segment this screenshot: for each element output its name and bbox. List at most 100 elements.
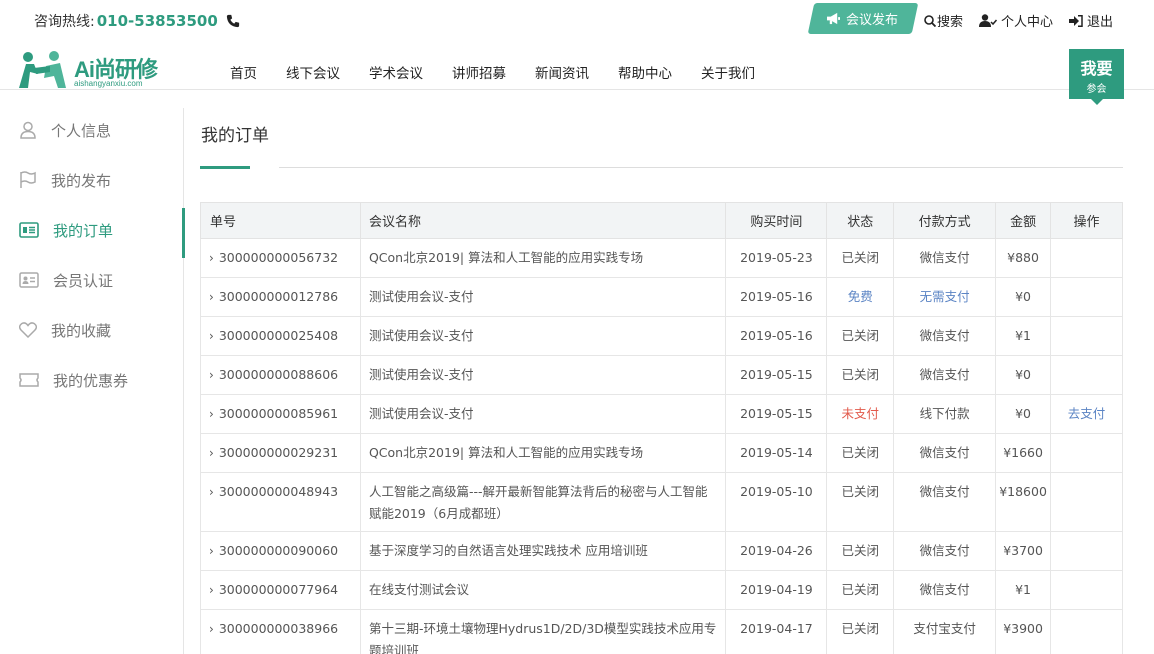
order-status: 已关闭	[826, 609, 895, 654]
meeting-name-link[interactable]: QCon北京2019| 算法和人工智能的应用实践专场	[359, 433, 727, 473]
order-no: 300000000056732	[218, 250, 339, 265]
sidebar-item-label: 会员认证	[53, 271, 114, 290]
order-status: 已关闭	[826, 570, 895, 610]
order-no-cell[interactable]: › 300000000038966	[200, 609, 361, 654]
col-header-action: 操作	[1050, 202, 1123, 239]
hotline-label: 咨询热线:	[34, 14, 95, 30]
meeting-name-link[interactable]: 测试使用会议-支付	[359, 277, 727, 317]
sidebar-item-coupons[interactable]: 我的优惠券	[0, 358, 184, 402]
order-amount: ¥1660	[995, 433, 1052, 473]
chevron-right-icon[interactable]: ›	[209, 325, 214, 347]
pay-action-link	[1050, 570, 1123, 610]
sidebar-item-favorites[interactable]: 我的收藏	[0, 308, 184, 352]
logout-link[interactable]: 退出	[1069, 11, 1113, 30]
chevron-right-icon[interactable]: ›	[209, 579, 214, 601]
order-no-cell[interactable]: › 300000000090060	[200, 531, 361, 571]
nav-item-academic-meetings[interactable]: 学术会议	[369, 62, 423, 82]
chevron-right-icon[interactable]: ›	[209, 618, 214, 640]
col-header-meeting-name: 会议名称	[359, 202, 727, 239]
table-row: › 300000000012786 测试使用会议-支付 2019-05-16 免费 无需支…	[200, 277, 1123, 317]
order-no: 300000000025408	[218, 328, 339, 343]
page-title: 我的订单	[201, 126, 269, 146]
payment-method: 线下付款	[893, 394, 997, 434]
pay-action-link	[1050, 472, 1123, 532]
nav-item-about[interactable]: 关于我们	[701, 62, 755, 82]
meeting-name-link[interactable]: QCon北京2019| 算法和人工智能的应用实践专场	[359, 238, 727, 278]
meeting-name-link[interactable]: 第十三期-环境土壤物理Hydrus1D/2D/3D模型实践技术应用专题培训班	[359, 609, 727, 654]
chevron-right-icon[interactable]: ›	[209, 364, 214, 386]
join-meeting-button[interactable]: 我要 参会	[1069, 49, 1124, 99]
ticket-icon	[19, 373, 39, 387]
order-no-cell[interactable]: › 300000000012786	[200, 277, 361, 317]
order-status: 未支付	[826, 394, 895, 434]
order-no-cell[interactable]: › 300000000025408	[200, 316, 361, 356]
user-center-link[interactable]: 个人中心	[979, 11, 1053, 30]
pay-action-link[interactable]: 去支付	[1050, 394, 1123, 434]
nav-item-home[interactable]: 首页	[230, 62, 257, 82]
hotline-number: 010-53853500	[96, 12, 218, 30]
order-no: 300000000048943	[218, 484, 339, 499]
order-status: 已关闭	[826, 316, 895, 356]
nav-item-help[interactable]: 帮助中心	[618, 62, 672, 82]
table-row: › 300000000048943 人工智能之高级篇---解开最新智能算法背后的秘密…	[200, 472, 1123, 532]
order-status: 免费	[826, 277, 895, 317]
table-row: › 300000000088606 测试使用会议-支付 2019-05-15 已关闭 微信…	[200, 355, 1123, 395]
publish-label: 会议发布	[846, 13, 899, 28]
nav-item-lecturer-recruit[interactable]: 讲师招募	[452, 62, 506, 82]
order-no-cell[interactable]: › 300000000029231	[200, 433, 361, 473]
table-row: › 300000000090060 基于深度学习的自然语言处理实践技术 应用培训班 2…	[200, 531, 1123, 571]
payment-method: 微信支付	[893, 531, 997, 571]
publish-button[interactable]: 会议发布	[826, 9, 898, 28]
brand-domain: aishangyanxiu.com	[74, 79, 143, 88]
chevron-right-icon[interactable]: ›	[209, 442, 214, 464]
sidebar-item-profile[interactable]: 个人信息	[0, 108, 184, 152]
order-status: 已关闭	[826, 531, 895, 571]
purchase-time: 2019-05-10	[725, 472, 828, 532]
purchase-time: 2019-05-16	[725, 277, 828, 317]
search-icon	[924, 14, 936, 27]
order-amount: ¥0	[995, 355, 1052, 395]
meeting-name-link[interactable]: 测试使用会议-支付	[359, 316, 727, 356]
sidebar-item-label: 我的发布	[51, 171, 112, 190]
chevron-right-icon[interactable]: ›	[209, 286, 214, 308]
hotline: 咨询热线: 010-53853500	[34, 11, 240, 31]
chevron-right-icon[interactable]: ›	[209, 247, 214, 269]
chevron-right-icon[interactable]: ›	[209, 481, 214, 503]
order-no-cell[interactable]: › 300000000056732	[200, 238, 361, 278]
title-accent-bar	[200, 166, 250, 169]
pay-action-link	[1050, 531, 1123, 571]
order-no: 300000000088606	[218, 367, 339, 382]
meeting-name-link[interactable]: 测试使用会议-支付	[359, 394, 727, 434]
chevron-right-icon[interactable]: ›	[209, 403, 214, 425]
order-no-cell[interactable]: › 300000000088606	[200, 355, 361, 395]
site-logo[interactable]: Ai尚研修 aishangyanxiu.com	[16, 48, 176, 90]
order-no-cell[interactable]: › 300000000048943	[200, 472, 361, 532]
meeting-name-link[interactable]: 测试使用会议-支付	[359, 355, 727, 395]
sidebar-item-orders[interactable]: 我的订单	[0, 208, 185, 258]
nav-item-offline-meetings[interactable]: 线下会议	[286, 62, 340, 82]
join-line2: 参会	[1086, 84, 1107, 95]
sidebar: 个人信息 我的发布 我的订单 会员认证 我的收藏 我的优惠券	[0, 108, 185, 654]
sidebar-item-membership[interactable]: 会员认证	[0, 258, 184, 302]
megaphone-icon	[827, 12, 840, 25]
table-row: › 300000000038966 第十三期-环境土壤物理Hydrus1D/2D/3…	[200, 609, 1123, 654]
phone-icon	[226, 14, 239, 28]
order-no-cell[interactable]: › 300000000085961	[200, 394, 361, 434]
search-link[interactable]: 搜索	[924, 11, 963, 30]
purchase-time: 2019-05-23	[725, 238, 828, 278]
purchase-time: 2019-04-17	[725, 609, 828, 654]
flag-icon	[20, 171, 36, 188]
meeting-name-link[interactable]: 基于深度学习的自然语言处理实践技术 应用培训班	[359, 531, 727, 571]
col-header-status: 状态	[826, 202, 895, 239]
meeting-name-link[interactable]: 人工智能之高级篇---解开最新智能算法背后的秘密与人工智能赋能2019（6月成都…	[359, 472, 727, 532]
order-no-cell[interactable]: › 300000000077964	[200, 570, 361, 610]
sidebar-item-publish[interactable]: 我的发布	[0, 158, 184, 202]
payment-method: 微信支付	[893, 472, 997, 532]
join-line1: 我要	[1080, 59, 1113, 78]
table-row: › 300000000025408 测试使用会议-支付 2019-05-16 已关闭 微信…	[200, 316, 1123, 356]
meeting-name-link[interactable]: 在线支付测试会议	[359, 570, 727, 610]
order-amount: ¥3900	[995, 609, 1052, 654]
sidebar-item-label: 我的订单	[53, 221, 114, 240]
chevron-right-icon[interactable]: ›	[209, 540, 214, 562]
nav-item-news[interactable]: 新闻资讯	[535, 62, 589, 82]
